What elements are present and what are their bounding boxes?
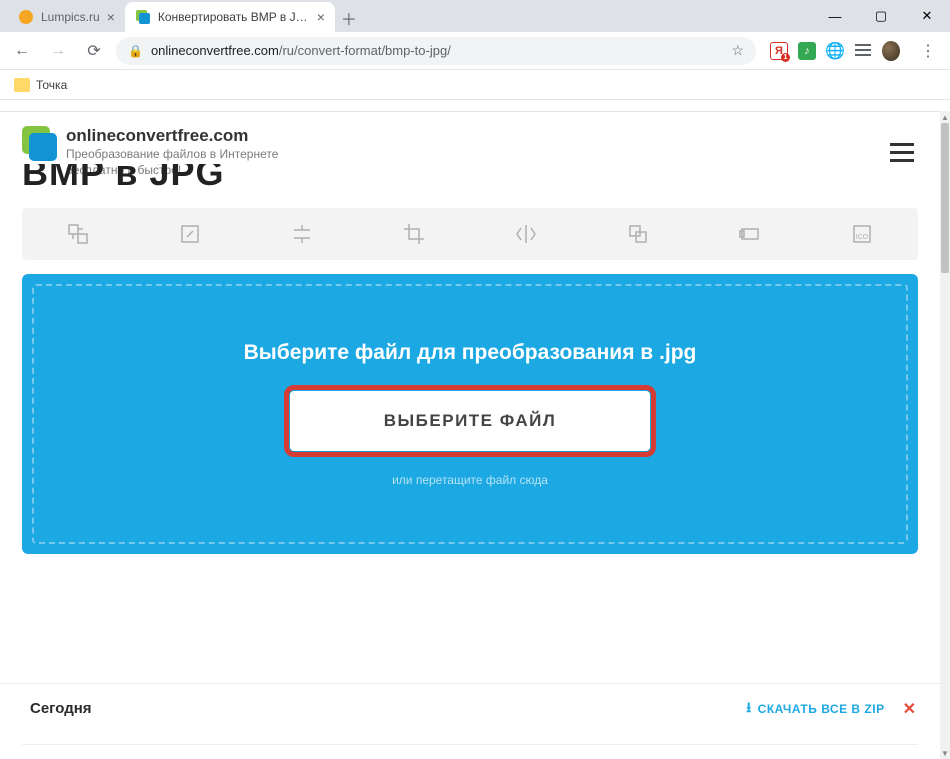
scroll-thumb[interactable] bbox=[941, 123, 949, 273]
favicon-ocf-icon bbox=[135, 9, 151, 25]
page-title: BMP в JPG bbox=[0, 164, 940, 200]
browser-tabs: Lumpics.ru × Конвертировать BMP в JPG он… bbox=[0, 0, 812, 32]
maximize-button[interactable]: ▢ bbox=[858, 0, 904, 32]
folder-icon bbox=[14, 78, 30, 92]
tab-title: Lumpics.ru bbox=[41, 10, 100, 24]
window-controls: — ▢ ✕ bbox=[812, 0, 950, 32]
bookmark-item[interactable]: Точка bbox=[36, 78, 67, 92]
scrollbar[interactable]: ▲ ▼ bbox=[940, 111, 950, 759]
favicon-lumpics-icon bbox=[18, 9, 34, 25]
profile-avatar[interactable] bbox=[882, 42, 900, 60]
upload-title: Выберите файл для преобразования в .jpg bbox=[244, 341, 697, 365]
extensions-group: Я1 ♪ 🌐 bbox=[764, 42, 906, 60]
extension-readlist-icon[interactable] bbox=[854, 42, 872, 60]
window-titlebar: Lumpics.ru × Конвертировать BMP в JPG он… bbox=[0, 0, 950, 32]
page-viewport: onlineconvertfree.com Преобразование фай… bbox=[0, 111, 940, 759]
tool-convert[interactable] bbox=[22, 208, 134, 260]
tool-mirror[interactable] bbox=[470, 208, 582, 260]
tool-resize[interactable] bbox=[134, 208, 246, 260]
choose-file-button[interactable]: ВЫБЕРИТЕ ФАЙЛ bbox=[290, 391, 650, 451]
today-label: Сегодня bbox=[30, 700, 92, 717]
extension-music-icon[interactable]: ♪ bbox=[798, 42, 816, 60]
download-icon: ⭳ bbox=[746, 697, 751, 721]
divider bbox=[22, 744, 918, 745]
bookmark-star-icon[interactable]: ☆ bbox=[731, 42, 744, 59]
close-tab-icon[interactable]: × bbox=[107, 9, 115, 25]
image-tools-row: ICO bbox=[22, 208, 918, 260]
close-downloads-button[interactable]: ✕ bbox=[903, 699, 916, 719]
tool-rotate[interactable] bbox=[582, 208, 694, 260]
downloads-bar: Сегодня ⭳ СКАЧАТЬ ВСЕ В ZIP ✕ bbox=[0, 683, 940, 733]
browser-toolbar: ← → ⟳ 🔒 onlineconvertfree.com/ru/convert… bbox=[0, 32, 950, 70]
scroll-down-button[interactable]: ▼ bbox=[940, 747, 950, 759]
tool-ico[interactable]: ICO bbox=[806, 208, 918, 260]
forward-button[interactable]: → bbox=[44, 37, 72, 65]
drag-hint: или перетащите файл сюда bbox=[392, 473, 548, 487]
browser-tab-lumpics[interactable]: Lumpics.ru × bbox=[8, 2, 125, 32]
new-tab-button[interactable]: ＋ bbox=[335, 4, 363, 32]
svg-text:ICO: ICO bbox=[856, 234, 869, 241]
close-tab-icon[interactable]: × bbox=[317, 9, 325, 25]
brand-name: onlineconvertfree.com bbox=[66, 126, 278, 146]
reload-button[interactable]: ⟳ bbox=[80, 37, 108, 65]
minimize-button[interactable]: — bbox=[812, 0, 858, 32]
address-bar[interactable]: 🔒 onlineconvertfree.com/ru/convert-forma… bbox=[116, 37, 756, 65]
back-button[interactable]: ← bbox=[8, 37, 36, 65]
hamburger-menu-button[interactable] bbox=[886, 139, 918, 166]
close-window-button[interactable]: ✕ bbox=[904, 0, 950, 32]
url-text: onlineconvertfree.com/ru/convert-format/… bbox=[151, 43, 723, 58]
bookmarks-bar: Точка bbox=[0, 70, 950, 100]
tab-title: Конвертировать BMP в JPG онл bbox=[158, 10, 310, 24]
browser-menu-button[interactable]: ⋮ bbox=[914, 41, 942, 61]
scroll-up-button[interactable]: ▲ bbox=[940, 111, 950, 123]
upload-zone[interactable]: Выберите файл для преобразования в .jpg … bbox=[22, 274, 918, 554]
download-all-zip-link[interactable]: ⭳ СКАЧАТЬ ВСЕ В ZIP bbox=[746, 697, 884, 721]
tool-compress[interactable] bbox=[246, 208, 358, 260]
extension-globe-icon[interactable]: 🌐 bbox=[826, 42, 844, 60]
tool-watermark[interactable] bbox=[694, 208, 806, 260]
logo-icon bbox=[22, 126, 56, 160]
tool-crop[interactable] bbox=[358, 208, 470, 260]
browser-tab-onlineconvertfree[interactable]: Конвертировать BMP в JPG онл × bbox=[125, 2, 335, 32]
lock-icon: 🔒 bbox=[128, 44, 143, 58]
extension-yandex-icon[interactable]: Я1 bbox=[770, 42, 788, 60]
